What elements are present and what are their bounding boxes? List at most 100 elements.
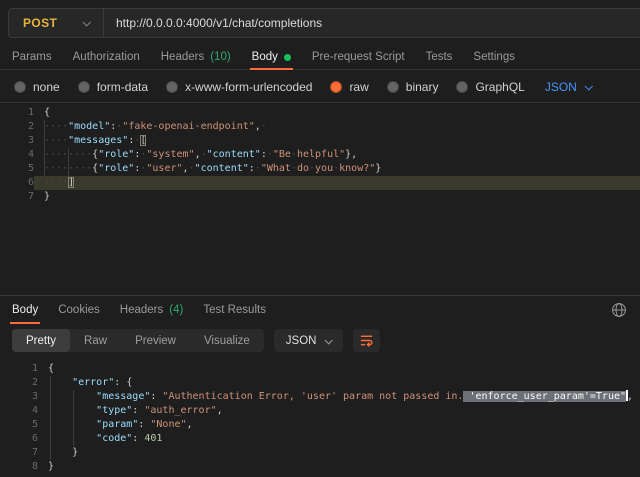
line-number: 3 <box>0 134 34 148</box>
body-type-graphql[interactable]: GraphQL <box>456 80 524 94</box>
code-line[interactable]: 1{ <box>0 106 640 120</box>
body-type-label: GraphQL <box>475 80 524 94</box>
code-line[interactable]: 2 "error": { <box>0 376 640 390</box>
wrap-text-button[interactable] <box>353 329 380 352</box>
method-dropdown[interactable]: POST <box>9 9 103 37</box>
line-number: 1 <box>0 362 38 376</box>
body-type-none[interactable]: none <box>14 80 60 94</box>
request-tab-pre-request-script[interactable]: Pre-request Script <box>312 45 405 69</box>
line-number: 6 <box>0 432 38 446</box>
code-text: "type": "auth_error", <box>38 404 640 418</box>
code-line[interactable]: 3 "message": "Authentication Error, 'use… <box>0 390 640 404</box>
response-tab-test-results[interactable]: Test Results <box>203 296 266 323</box>
code-text: } <box>34 190 640 204</box>
request-tab-headers[interactable]: Headers(10) <box>161 45 231 69</box>
body-type-binary[interactable]: binary <box>387 80 439 94</box>
code-text: { <box>34 106 640 120</box>
chevron-down-icon <box>82 18 90 26</box>
body-type-label: form-data <box>97 80 148 94</box>
code-line[interactable]: 1{ <box>0 362 640 376</box>
response-tab-body[interactable]: Body <box>12 296 38 323</box>
request-url-bar: POST http://0.0.0.0:4000/v1/chat/complet… <box>8 8 640 38</box>
response-tabs: Body Cookies Headers(4) Test Results <box>12 296 610 323</box>
view-preview[interactable]: Preview <box>121 329 190 352</box>
url-input[interactable]: http://0.0.0.0:4000/v1/chat/completions <box>104 16 322 30</box>
response-body-editor[interactable]: 1{2 "error": {3 "message": "Authenticati… <box>0 358 640 477</box>
body-type-form-data[interactable]: form-data <box>78 80 148 94</box>
radio-icon <box>456 81 468 93</box>
view-pretty[interactable]: Pretty <box>12 329 70 352</box>
code-text: "param": "None", <box>38 418 640 432</box>
view-raw[interactable]: Raw <box>70 329 121 352</box>
code-line[interactable]: 7} <box>0 190 640 204</box>
radio-icon <box>387 81 399 93</box>
code-line[interactable]: 5 "param": "None", <box>0 418 640 432</box>
radio-icon <box>330 81 342 93</box>
code-line[interactable]: 2····"model":·"fake-openai-endpoint",· <box>0 120 640 134</box>
api-client-window: POST http://0.0.0.0:4000/v1/chat/complet… <box>0 0 640 477</box>
response-tab-headers[interactable]: Headers(4) <box>120 296 184 323</box>
code-text: ····"messages":·[ <box>34 134 640 148</box>
view-visualize[interactable]: Visualize <box>190 329 264 352</box>
code-line[interactable]: 6····] <box>0 176 640 190</box>
line-number: 7 <box>0 190 34 204</box>
code-line[interactable]: 8} <box>0 460 640 474</box>
request-tab-tests[interactable]: Tests <box>426 45 453 69</box>
line-number: 4 <box>0 404 38 418</box>
chevron-down-icon <box>325 336 333 344</box>
line-number: 7 <box>0 446 38 460</box>
response-format-label: JSON <box>286 335 317 347</box>
request-tab-params[interactable]: Params <box>12 45 52 69</box>
body-type-raw[interactable]: raw <box>330 80 368 94</box>
body-format-dropdown[interactable]: JSON <box>545 80 591 94</box>
request-code: 1{2····"model":·"fake-openai-endpoint",·… <box>0 106 640 204</box>
request-tab-authorization[interactable]: Authorization <box>73 45 140 69</box>
code-text: ········{"role":·"system",·"content":·"B… <box>34 148 640 162</box>
request-tab-body[interactable]: Body <box>252 45 291 69</box>
code-line[interactable]: 5········{"role":·"user",·"content":·"Wh… <box>0 162 640 176</box>
method-label: POST <box>23 16 57 30</box>
unsaved-dot-icon <box>284 54 291 61</box>
response-section: Body Cookies Headers(4) Test Results Pretty… <box>0 295 640 477</box>
code-text: "message": "Authentication Error, 'user'… <box>38 390 640 404</box>
body-type-label: raw <box>349 80 368 94</box>
code-line[interactable]: 3····"messages":·[ <box>0 134 640 148</box>
request-tabs: Params Authorization Headers(10) Body Pre-re… <box>0 46 640 70</box>
response-format-dropdown[interactable]: JSON <box>274 329 344 352</box>
line-number: 2 <box>0 120 34 134</box>
body-type-x-www-form-urlencoded[interactable]: x-www-form-urlencoded <box>166 80 312 94</box>
radio-icon <box>166 81 178 93</box>
line-number: 8 <box>0 460 38 474</box>
code-text: ····] <box>34 176 640 190</box>
radio-icon <box>14 81 26 93</box>
network-globe-icon[interactable] <box>610 301 628 319</box>
code-line[interactable]: 6 "code": 401 <box>0 432 640 446</box>
code-text: "code": 401 <box>38 432 640 446</box>
code-line[interactable]: 4 "type": "auth_error", <box>0 404 640 418</box>
response-toolbar: PrettyRawPreviewVisualize JSON <box>12 329 628 352</box>
response-code: 1{2 "error": {3 "message": "Authenticati… <box>0 362 640 474</box>
code-text: ····"model":·"fake-openai-endpoint",· <box>34 120 640 134</box>
request-body-editor[interactable]: 1{2····"model":·"fake-openai-endpoint",·… <box>0 104 640 295</box>
code-line[interactable]: 7 } <box>0 446 640 460</box>
code-text: { <box>38 362 640 376</box>
body-type-row: none form-data x-www-form-urlencoded raw bin… <box>0 71 640 103</box>
radio-icon <box>78 81 90 93</box>
body-type-options: none form-data x-www-form-urlencoded raw bin… <box>14 80 525 94</box>
code-text: ········{"role":·"user",·"content":·"Wha… <box>34 162 640 176</box>
request-tab-settings[interactable]: Settings <box>473 45 515 69</box>
line-number: 6 <box>0 176 34 190</box>
body-type-label: binary <box>406 80 439 94</box>
body-format-label: JSON <box>545 80 577 94</box>
code-text: } <box>38 460 640 474</box>
wrap-text-icon <box>359 333 374 348</box>
code-line[interactable]: 4········{"role":·"system",·"content":·"… <box>0 148 640 162</box>
code-text: "error": { <box>38 376 640 390</box>
line-number: 5 <box>0 162 34 176</box>
body-type-label: x-www-form-urlencoded <box>185 80 312 94</box>
line-number: 4 <box>0 148 34 162</box>
response-view-switcher: PrettyRawPreviewVisualize <box>12 329 264 352</box>
response-tab-cookies[interactable]: Cookies <box>58 296 100 323</box>
line-number: 5 <box>0 418 38 432</box>
code-text: } <box>38 446 640 460</box>
